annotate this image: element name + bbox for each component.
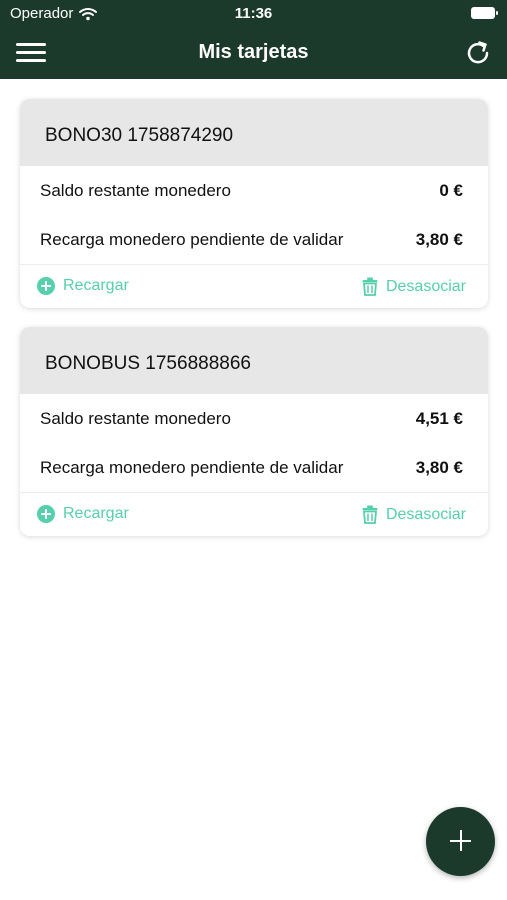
recharge-label: Recargar: [63, 277, 129, 294]
card-actions: Recargar Desasociar: [20, 492, 488, 536]
status-bar: Operador 11:36: [0, 0, 507, 28]
row-value: 4,51 €: [415, 409, 463, 428]
nav-bar: Mis tarjetas: [0, 28, 507, 79]
balance-row: Saldo restante monedero 4,51 €: [20, 394, 488, 443]
unlink-button[interactable]: Desasociar: [362, 277, 466, 296]
pending-row: Recarga monedero pendiente de validar 3,…: [20, 215, 488, 264]
row-value: 0 €: [439, 181, 463, 200]
recharge-label: Recargar: [63, 505, 129, 522]
top-bar: Operador 11:36 Mis tarjetas: [0, 0, 507, 79]
card-actions: Recargar Desasociar: [20, 264, 488, 308]
trash-icon: [362, 505, 378, 524]
battery-icon: [471, 7, 498, 19]
unlink-button[interactable]: Desasociar: [362, 505, 466, 524]
plus-circle-icon: [37, 277, 55, 295]
unlink-label: Desasociar: [385, 277, 466, 295]
recharge-button[interactable]: Recargar: [37, 505, 129, 523]
plus-circle-icon: [37, 505, 55, 523]
add-card-button[interactable]: [426, 807, 495, 876]
card: BONOBUS 1756888866 Saldo restante monede…: [20, 327, 488, 536]
unlink-label: Desasociar: [385, 505, 466, 523]
trash-icon: [362, 277, 378, 296]
row-label: Recarga monedero pendiente de validar: [40, 230, 344, 249]
balance-row: Saldo restante monedero 0 €: [20, 166, 488, 215]
row-value: 3,80 €: [415, 458, 463, 477]
refresh-button[interactable]: [463, 38, 493, 68]
card-title: BONO30 1758874290: [20, 99, 488, 166]
card: BONO30 1758874290 Saldo restante moneder…: [20, 99, 488, 308]
row-value: 3,80 €: [415, 230, 463, 249]
row-label: Saldo restante monedero: [40, 409, 231, 428]
row-label: Saldo restante monedero: [40, 181, 231, 200]
recharge-button[interactable]: Recargar: [37, 277, 129, 295]
status-time: 11:36: [234, 5, 273, 22]
refresh-icon: [467, 41, 489, 64]
row-label: Recarga monedero pendiente de validar: [40, 458, 344, 477]
card-title: BONOBUS 1756888866: [20, 327, 488, 394]
page-title: Mis tarjetas: [198, 41, 309, 63]
pending-row: Recarga monedero pendiente de validar 3,…: [20, 443, 488, 492]
